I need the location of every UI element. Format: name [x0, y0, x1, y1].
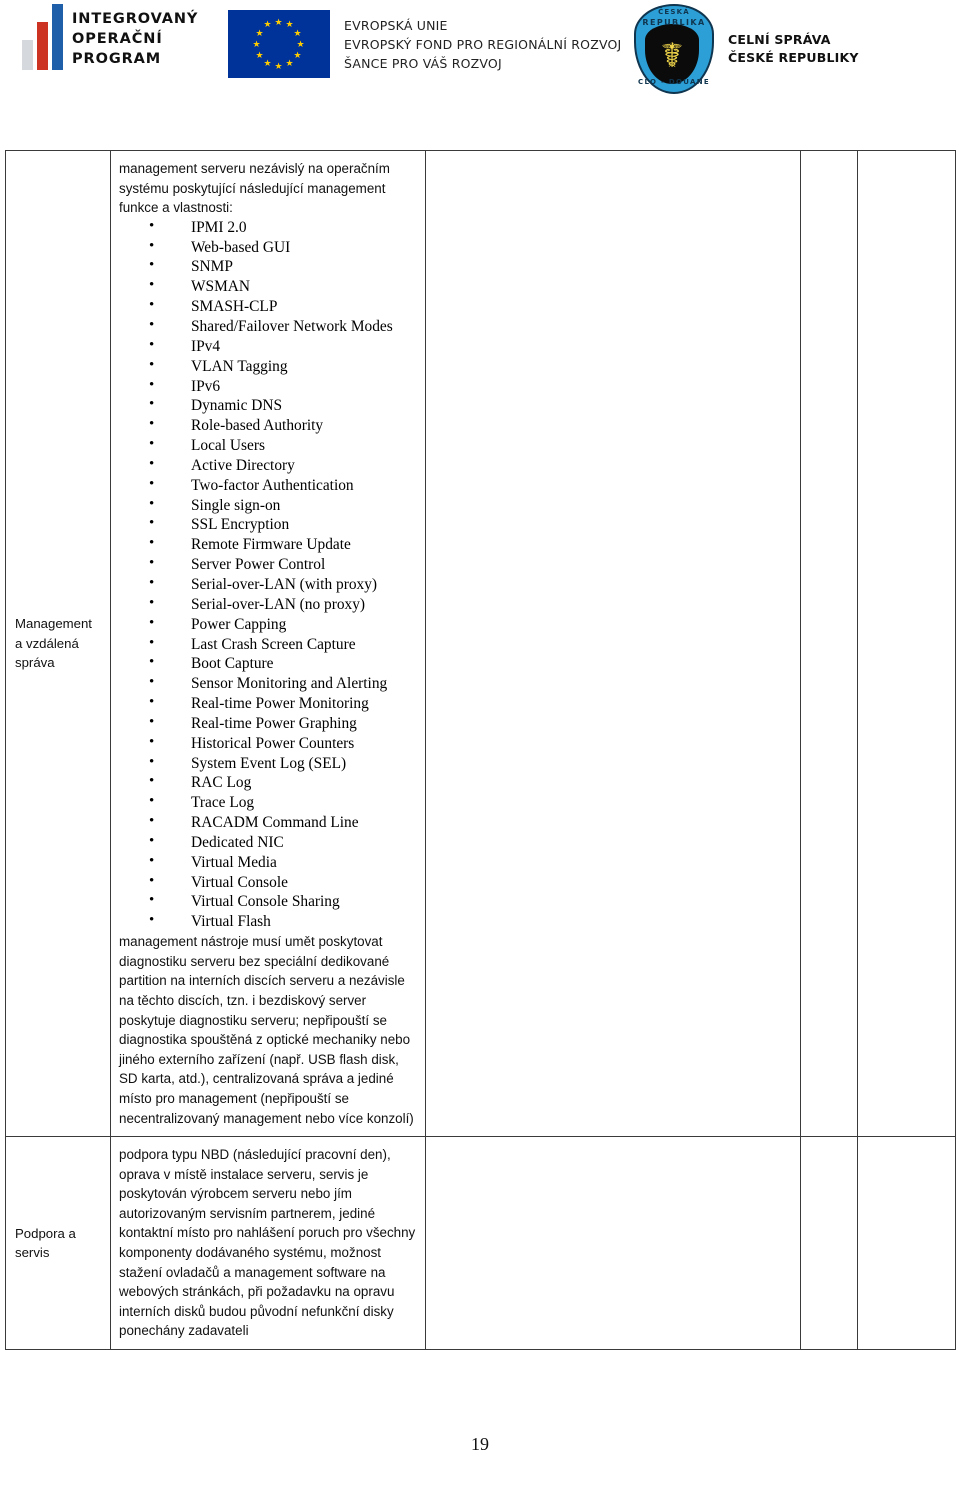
feature-list-item: IPv6 [119, 376, 417, 397]
feature-list-item: Single sign-on [119, 495, 417, 516]
eu-line-3: ŠANCE PRO VÁŠ ROZVOJ [344, 55, 502, 71]
eu-star-icon: ★ [255, 49, 264, 60]
row-label-management: Management a vzdálená správa [5, 149, 111, 1138]
integrovany-operacni-program-logo: INTEGROVANÝ OPERAČNÍ PROGRAM [22, 4, 198, 70]
requirement-outro-text: management nástroje musí umět poskytovat… [119, 934, 414, 1126]
row-narrow-cell-2-podpora[interactable] [857, 1136, 956, 1351]
feature-list-item: IPv4 [119, 336, 417, 357]
feature-list-item: VLAN Tagging [119, 356, 417, 377]
feature-list-item: Web-based GUI [119, 237, 417, 258]
feature-list-item: RAC Log [119, 772, 417, 793]
eu-star-icon: ★ [274, 16, 283, 27]
requirement-intro-text: management serveru nezávislý na operační… [119, 161, 390, 216]
eu-star-icon: ★ [285, 57, 294, 68]
support-requirement-text: podpora typu NBD (následující pracovní d… [119, 1147, 416, 1339]
feature-list-item: Power Capping [119, 614, 417, 635]
eu-star-icon: ★ [263, 19, 272, 30]
feature-list-item: RACADM Command Line [119, 812, 417, 833]
emblem-mid-text: REPUBLIKA [642, 18, 706, 27]
table-row: Podpora a servis podpora typu NBD (násle… [5, 1136, 956, 1351]
eu-star-icon: ★ [274, 60, 283, 71]
feature-list-item: Real-time Power Monitoring [119, 693, 417, 714]
feature-list-item: Active Directory [119, 455, 417, 476]
table-row: Management a vzdálená správa management … [5, 149, 956, 1138]
feature-list-item: Real-time Power Graphing [119, 713, 417, 734]
eu-star-icon: ★ [293, 27, 302, 38]
page-number: 19 [471, 1434, 489, 1454]
feature-list-item: Dynamic DNS [119, 395, 417, 416]
european-union-logo-text: EVROPSKÁ UNIE EVROPSKÝ FOND PRO REGIONÁL… [344, 16, 621, 73]
emblem-bottom-text: CLO - DOUANE [638, 78, 710, 86]
feature-list-item: SSL Encryption [119, 514, 417, 535]
page-header-banner: INTEGROVANÝ OPERAČNÍ PROGRAM ★ ★ ★ ★ ★ ★ ★ ★ ★ ★ ★… [0, 0, 960, 100]
feature-list-item: Virtual Console Sharing [119, 891, 417, 912]
feature-list-item: Shared/Failover Network Modes [119, 316, 417, 337]
feature-list-item: Server Power Control [119, 554, 417, 575]
eu-star-icon: ★ [255, 27, 264, 38]
feature-list-item: Trace Log [119, 792, 417, 813]
celni-sprava-logo: ČESKÁ REPUBLIKA ☤ CLO - DOUANE CELNÍ SPR… [632, 2, 859, 96]
row-requirements-management: management serveru nezávislý na operační… [110, 149, 426, 1138]
row-label-podpora: Podpora a servis [5, 1136, 111, 1351]
feature-list-item: System Event Log (SEL) [119, 753, 417, 774]
eu-line-1: EVROPSKÁ UNIE [344, 17, 448, 33]
feature-list-item: Role-based Authority [119, 415, 417, 436]
eu-star-icon: ★ [263, 57, 272, 68]
management-feature-list: IPMI 2.0Web-based GUISNMPWSMANSMASH-CLPS… [119, 217, 417, 932]
feature-list-item: Boot Capture [119, 653, 417, 674]
caduceus-icon: ☤ [660, 37, 684, 75]
row-narrow-cell-2-management[interactable] [857, 149, 956, 1138]
row-narrow-cell-1-podpora[interactable] [800, 1136, 858, 1351]
iop-line-2: OPERAČNÍ [72, 31, 163, 47]
feature-list-item: Serial-over-LAN (with proxy) [119, 574, 417, 595]
feature-list-item: Last Crash Screen Capture [119, 634, 417, 655]
feature-list-item: Virtual Flash [119, 911, 417, 932]
row-offer-cell-management[interactable] [425, 149, 801, 1138]
feature-list-item: Serial-over-LAN (no proxy) [119, 594, 417, 615]
eu-star-icon: ★ [252, 38, 261, 49]
row-requirements-podpora: podpora typu NBD (následující pracovní d… [110, 1136, 426, 1351]
iop-bars-icon [22, 4, 63, 70]
row-offer-cell-podpora[interactable] [425, 1136, 801, 1351]
feature-list-item: SMASH-CLP [119, 296, 417, 317]
feature-list-item: Local Users [119, 435, 417, 456]
feature-list-item: Virtual Media [119, 852, 417, 873]
customs-line-2: ČESKÉ REPUBLIKY [728, 50, 859, 65]
feature-list-item: WSMAN [119, 276, 417, 297]
eu-star-icon: ★ [296, 38, 305, 49]
eu-line-2: EVROPSKÝ FOND PRO REGIONÁLNÍ ROZVOJ [344, 36, 622, 52]
iop-logo-text: INTEGROVANÝ OPERAČNÍ PROGRAM [72, 9, 198, 69]
iop-line-3: PROGRAM [72, 51, 162, 67]
feature-list-item: Virtual Console [119, 872, 417, 893]
row-narrow-cell-1-management[interactable] [800, 149, 858, 1138]
celni-sprava-emblem-icon: ČESKÁ REPUBLIKA ☤ CLO - DOUANE [632, 2, 716, 96]
celni-sprava-logo-text: CELNÍ SPRÁVA ČESKÉ REPUBLIKY [728, 31, 859, 67]
iop-line-1: INTEGROVANÝ [72, 11, 199, 27]
eu-star-icon: ★ [285, 19, 294, 30]
feature-list-item: Dedicated NIC [119, 832, 417, 853]
feature-list-item: IPMI 2.0 [119, 217, 417, 238]
emblem-top-text: ČESKÁ [658, 8, 690, 16]
european-union-flag-icon: ★ ★ ★ ★ ★ ★ ★ ★ ★ ★ ★ ★ [228, 10, 330, 78]
feature-list-item: Remote Firmware Update [119, 534, 417, 555]
specification-table: Management a vzdálená správa management … [5, 149, 956, 1351]
feature-list-item: SNMP [119, 256, 417, 277]
feature-list-item: Historical Power Counters [119, 733, 417, 754]
feature-list-item: Two-factor Authentication [119, 475, 417, 496]
customs-line-1: CELNÍ SPRÁVA [728, 32, 831, 47]
eu-star-icon: ★ [293, 49, 302, 60]
european-union-logo: ★ ★ ★ ★ ★ ★ ★ ★ ★ ★ ★ ★ EVROPSKÁ UNIE EVROPSKÝ FOND… [228, 10, 621, 78]
feature-list-item: Sensor Monitoring and Alerting [119, 673, 417, 694]
